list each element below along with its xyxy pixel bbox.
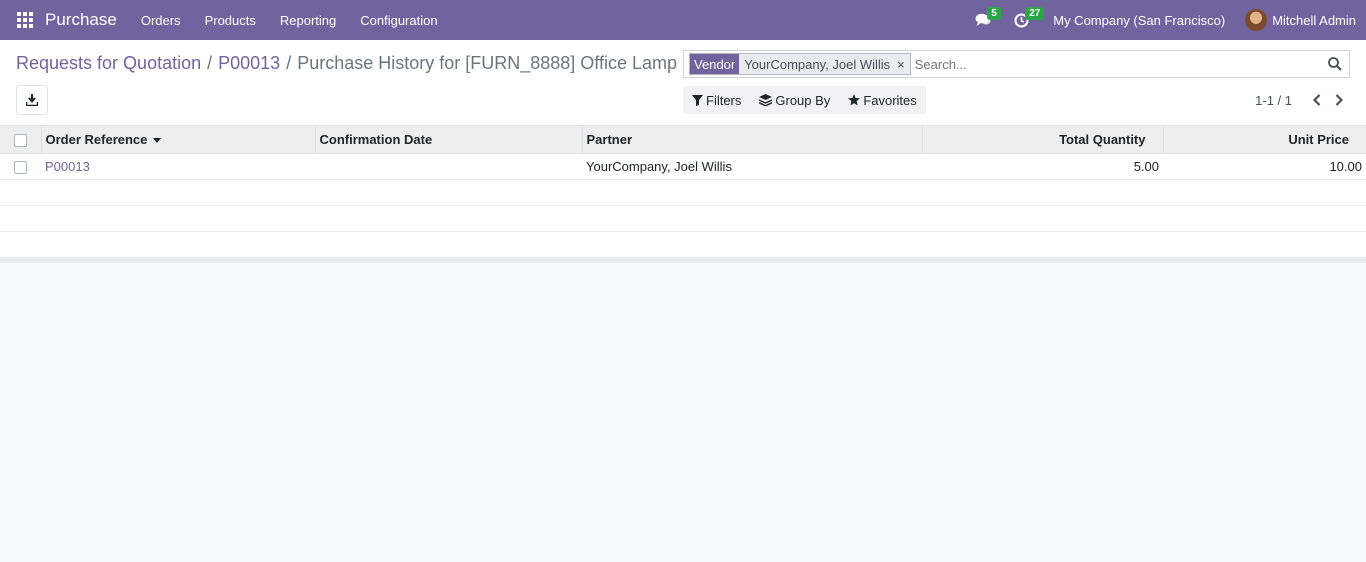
filters-label: Filters <box>706 92 742 108</box>
cell-total-quantity: 5.00 <box>922 153 1163 180</box>
layers-icon <box>759 94 773 106</box>
column-total-quantity[interactable]: Total Quantity <box>922 126 1164 154</box>
breadcrumb-item-order[interactable]: P00013 <box>218 53 280 74</box>
top-navbar: Purchase Orders Products Reporting Confi… <box>0 0 1366 40</box>
table-row[interactable]: P00013 YourCompany, Joel Willis 5.00 10.… <box>0 153 1366 180</box>
breadcrumb-current: Purchase History for [FURN_8888] Office … <box>297 53 678 73</box>
search-facet-vendor: Vendor YourCompany, Joel Willis × <box>689 53 911 75</box>
list-table: Order Reference Confirmation Date Partne… <box>0 126 1366 257</box>
facet-label: Vendor <box>690 54 740 74</box>
pager-value[interactable]: 1-1 / 1 <box>1255 93 1292 108</box>
control-panel: Requests for Quotation / P00013 / Purcha… <box>0 40 1366 126</box>
user-menu[interactable]: Mitchell Admin <box>1272 13 1356 28</box>
main-menu: Orders Products Reporting Configuration <box>129 13 450 28</box>
cell-order-reference[interactable]: P00013 <box>41 153 315 180</box>
breadcrumb-separator: / <box>286 53 292 73</box>
menu-item-orders[interactable]: Orders <box>129 13 193 28</box>
pager-next-button[interactable] <box>1330 92 1348 108</box>
filters-button[interactable]: Filters <box>683 93 750 108</box>
row-select-cell <box>0 153 41 180</box>
column-label: Order Reference <box>45 131 148 147</box>
column-order-reference[interactable]: Order Reference <box>41 126 316 154</box>
cell-partner: YourCompany, Joel Willis <box>582 153 922 180</box>
company-switcher[interactable]: My Company (San Francisco) <box>1053 13 1225 28</box>
messaging-menu[interactable]: 5 <box>971 0 1001 40</box>
menu-item-configuration[interactable]: Configuration <box>348 13 449 28</box>
cell-unit-price: 10.00 <box>1163 153 1366 180</box>
breadcrumb-separator: / <box>207 53 213 73</box>
star-icon <box>848 94 861 106</box>
search-input[interactable] <box>914 56 1315 72</box>
search-icon[interactable] <box>1327 56 1343 72</box>
search-options-panel: Filters Group By Favorites <box>683 86 926 114</box>
export-button[interactable] <box>16 85 48 115</box>
filter-icon <box>692 94 703 106</box>
empty-row <box>0 231 1366 257</box>
apps-menu-icon[interactable] <box>17 12 33 28</box>
messages-count-badge: 5 <box>987 7 1001 20</box>
facet-remove-icon[interactable]: × <box>895 54 910 74</box>
group-by-button[interactable]: Group By <box>750 93 839 108</box>
favorites-label: Favorites <box>863 92 917 108</box>
app-brand[interactable]: Purchase <box>45 10 117 30</box>
empty-row <box>0 205 1366 232</box>
group-by-label: Group By <box>775 92 831 108</box>
search-bar: Vendor YourCompany, Joel Willis × <box>683 50 1350 78</box>
activities-count-badge: 27 <box>1025 7 1045 20</box>
select-all-cell <box>0 126 42 154</box>
chevron-left-icon <box>1313 94 1321 106</box>
column-partner[interactable]: Partner <box>582 126 923 154</box>
breadcrumb-item-rfq[interactable]: Requests for Quotation <box>16 53 201 74</box>
facet-value: YourCompany, Joel Willis <box>739 54 896 74</box>
purchase-history-list: Order Reference Confirmation Date Partne… <box>0 126 1366 263</box>
cell-confirmation-date <box>315 153 582 180</box>
pager-previous-button[interactable] <box>1308 92 1326 108</box>
select-all-checkbox[interactable] <box>13 133 27 147</box>
empty-row <box>0 179 1366 206</box>
breadcrumb: Requests for Quotation / P00013 / Purcha… <box>16 53 677 74</box>
user-avatar[interactable] <box>1245 9 1268 31</box>
menu-item-reporting[interactable]: Reporting <box>268 13 348 28</box>
column-unit-price[interactable]: Unit Price <box>1163 126 1366 154</box>
chevron-right-icon <box>1335 94 1343 106</box>
row-checkbox[interactable] <box>14 160 27 174</box>
activity-menu[interactable]: 27 <box>1009 0 1045 40</box>
column-confirmation-date[interactable]: Confirmation Date <box>315 126 583 154</box>
table-header-row: Order Reference Confirmation Date Partne… <box>0 126 1366 154</box>
download-icon <box>26 94 38 106</box>
navbar-systray: 5 27 My Company (San Francisco) Mitchell… <box>971 0 1366 40</box>
sort-desc-icon <box>153 137 162 143</box>
pager: 1-1 / 1 <box>1255 92 1348 108</box>
menu-item-products[interactable]: Products <box>193 13 268 28</box>
favorites-button[interactable]: Favorites <box>839 93 925 108</box>
